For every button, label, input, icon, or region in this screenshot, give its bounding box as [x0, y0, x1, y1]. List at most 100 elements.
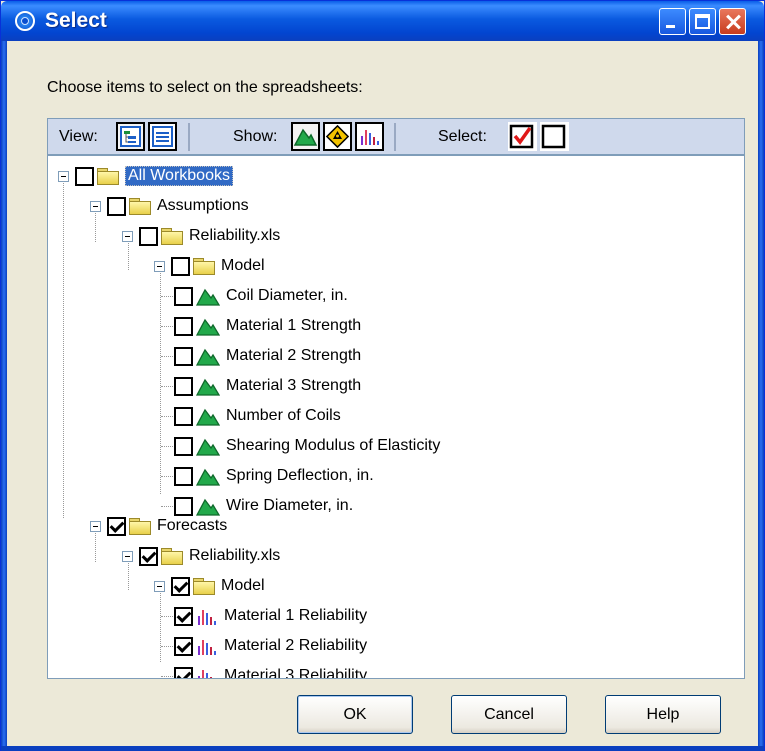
collapse-toggle[interactable] [154, 260, 165, 272]
tree-node-forecasts[interactable]: Forecasts [90, 513, 227, 539]
tree-connector [161, 476, 173, 477]
item-checkbox[interactable] [174, 436, 193, 456]
list-view-icon [152, 126, 173, 147]
folder-icon [129, 198, 151, 215]
folder-icon [193, 578, 215, 595]
select-all-button[interactable] [508, 122, 537, 151]
node-checkbox[interactable] [139, 546, 158, 566]
select-dialog: Select Choose items to select on the spr… [0, 0, 765, 751]
tree-node-all-workbooks[interactable]: All Workbooks [58, 163, 233, 189]
folder-icon [193, 258, 215, 275]
tree-leaf-item[interactable]: Shearing Modulus of Elasticity [174, 433, 440, 459]
tree-node-assumptions[interactable]: Assumptions [90, 193, 249, 219]
folder-icon [97, 168, 119, 185]
tree-view-button[interactable] [116, 122, 145, 151]
item-label: Number of Coils [226, 407, 341, 424]
assumption-icon [196, 376, 226, 396]
tree-node-sheet[interactable]: Model [154, 253, 265, 279]
app-icon [15, 11, 35, 31]
assumption-icon [196, 466, 226, 486]
tree-leaf-item[interactable]: Material 3 Reliability [174, 663, 367, 678]
node-label: All Workbooks [125, 166, 233, 186]
item-label: Material 1 Strength [226, 317, 362, 334]
item-checkbox[interactable] [174, 666, 193, 678]
maximize-button[interactable] [689, 8, 716, 35]
collapse-toggle[interactable] [90, 200, 101, 212]
item-checkbox[interactable] [174, 466, 193, 486]
item-checkbox[interactable] [174, 636, 193, 656]
instruction-text: Choose items to select on the spreadshee… [47, 79, 363, 96]
item-checkbox[interactable] [174, 376, 193, 396]
tree-node-workbook[interactable]: Reliability.xls [122, 543, 280, 569]
tree-leaf-item[interactable]: Number of Coils [174, 403, 341, 429]
list-view-button[interactable] [148, 122, 177, 151]
tree-leaf-item[interactable]: Material 2 Strength [174, 343, 361, 369]
tree-connector [161, 616, 173, 617]
tree-connector [161, 296, 173, 297]
item-checkbox[interactable] [174, 606, 193, 626]
node-checkbox[interactable] [171, 576, 190, 596]
collapse-toggle[interactable] [154, 580, 165, 592]
tree-node-sheet[interactable]: Model [154, 573, 265, 599]
collapse-toggle[interactable] [90, 520, 101, 532]
node-label: Model [221, 257, 265, 274]
tree-leaf-item[interactable]: Material 3 Strength [174, 373, 361, 399]
ok-button[interactable]: OK [297, 695, 413, 734]
view-label: View: [59, 128, 98, 145]
minimize-button[interactable] [659, 8, 686, 35]
node-checkbox[interactable] [75, 166, 94, 186]
tree-connector [161, 506, 173, 507]
tree-connector [161, 676, 173, 677]
node-checkbox[interactable] [171, 256, 190, 276]
title-bar[interactable]: Select [1, 1, 764, 41]
collapse-toggle[interactable] [58, 170, 69, 182]
item-checkbox[interactable] [174, 406, 193, 426]
item-label: Coil Diameter, in. [226, 287, 348, 304]
checked-box-icon [509, 124, 534, 149]
tree-node-workbook[interactable]: Reliability.xls [122, 223, 280, 249]
node-checkbox[interactable] [107, 196, 126, 216]
collapse-toggle[interactable] [122, 230, 133, 242]
assumption-icon [293, 128, 318, 146]
show-assumptions-button[interactable] [291, 122, 320, 151]
node-label: Forecasts [157, 517, 228, 534]
node-label: Assumptions [157, 197, 249, 214]
window-border-right [758, 41, 764, 750]
item-checkbox[interactable] [174, 286, 193, 306]
item-label: Wire Diameter, in. [226, 497, 354, 514]
cancel-button[interactable]: Cancel [451, 695, 567, 734]
item-checkbox[interactable] [174, 346, 193, 366]
collapse-toggle[interactable] [122, 550, 133, 562]
forecast-icon [196, 666, 224, 678]
tree-leaf-item[interactable]: Spring Deflection, in. [174, 463, 374, 489]
close-button[interactable] [719, 8, 746, 35]
item-checkbox[interactable] [174, 316, 193, 336]
tree-leaf-item[interactable]: Material 2 Reliability [174, 633, 367, 659]
deselect-all-button[interactable] [540, 122, 569, 151]
node-checkbox[interactable] [139, 226, 158, 246]
show-decision-variables-button[interactable] [323, 122, 352, 151]
tree-connector [161, 356, 173, 357]
assumption-icon [196, 346, 226, 366]
tree-connector [160, 588, 161, 662]
show-forecasts-button[interactable] [355, 122, 384, 151]
item-label: Material 2 Reliability [224, 637, 368, 654]
tree-connector [161, 416, 173, 417]
folder-icon [161, 548, 183, 565]
item-label: Material 3 Strength [226, 377, 362, 394]
tree-leaf-item[interactable]: Material 1 Reliability [174, 603, 367, 629]
item-tree[interactable]: All Workbooks Assumptions Reliability.xl… [47, 155, 745, 679]
assumption-icon [196, 316, 226, 336]
toolbar: View: Show: Select: [47, 118, 745, 155]
node-label: Reliability.xls [189, 227, 281, 244]
tree-connector [161, 326, 173, 327]
tree-view-icon [120, 126, 141, 147]
unchecked-box-icon [541, 124, 566, 149]
help-button[interactable]: Help [605, 695, 721, 734]
node-checkbox[interactable] [107, 516, 126, 536]
node-label: Model [221, 577, 265, 594]
tree-leaf-item[interactable]: Material 1 Strength [174, 313, 361, 339]
toolbar-separator [394, 123, 396, 151]
tree-leaf-item[interactable]: Coil Diameter, in. [174, 283, 348, 309]
node-label: Reliability.xls [189, 547, 281, 564]
